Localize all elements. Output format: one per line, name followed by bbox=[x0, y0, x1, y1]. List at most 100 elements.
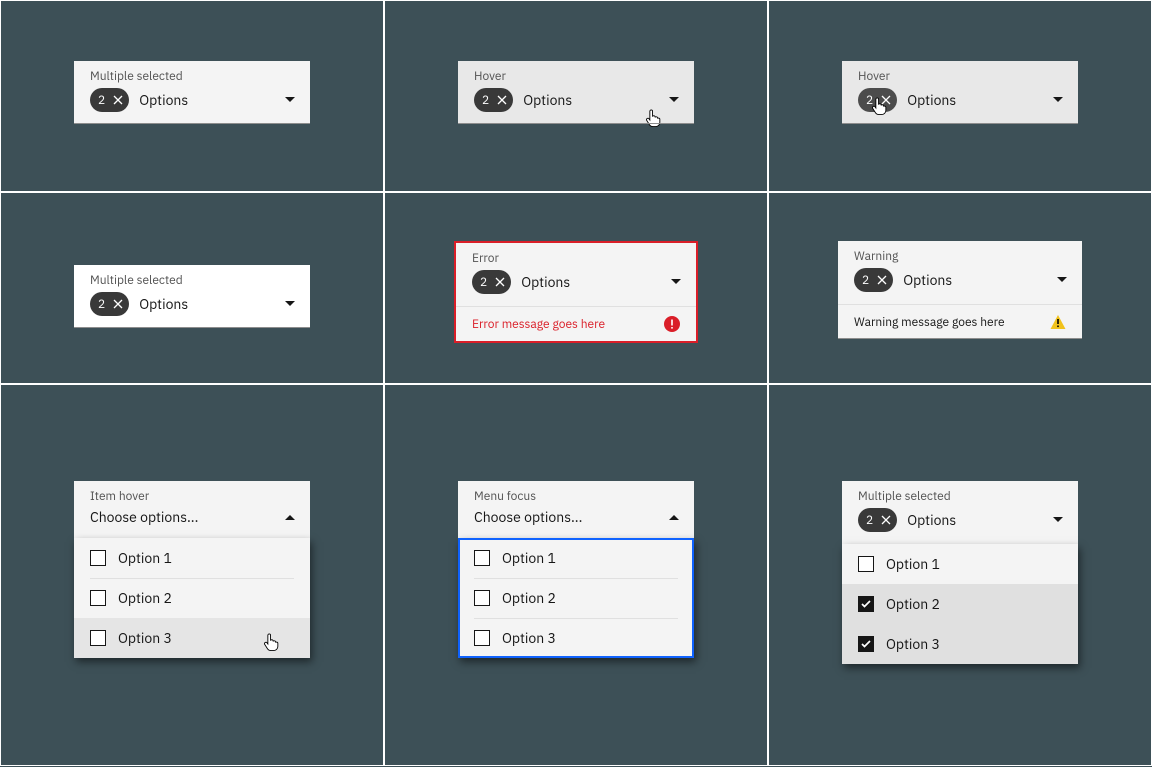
option-label: Option 1 bbox=[118, 549, 172, 567]
multiselect-field[interactable]: 2 Options bbox=[842, 88, 1078, 124]
selection-count: 2 bbox=[866, 513, 873, 528]
options-menu-focused[interactable]: Option 1 Option 2 Option 3 bbox=[458, 538, 694, 658]
selection-tag[interactable]: 2 bbox=[854, 268, 893, 292]
multiselect[interactable]: Multiple selected 2 Options bbox=[74, 61, 310, 124]
option-label: Option 3 bbox=[886, 635, 940, 653]
multiselect-label: Warning bbox=[838, 241, 1082, 268]
chevron-down-icon bbox=[282, 92, 298, 108]
chevron-up-icon bbox=[282, 509, 298, 525]
selection-count: 2 bbox=[482, 93, 489, 108]
multiselect-text: Options bbox=[139, 295, 282, 313]
chevron-down-icon bbox=[282, 296, 298, 312]
checkbox-icon[interactable] bbox=[474, 630, 490, 646]
multiselect-label: Error bbox=[456, 243, 696, 270]
multiselect-warning[interactable]: Warning 2 Options Warning message goes h… bbox=[838, 241, 1082, 339]
cursor-hand-icon bbox=[644, 108, 662, 126]
error-message: Error message goes here bbox=[472, 317, 605, 332]
multiselect-field[interactable]: 2 Options bbox=[838, 268, 1082, 304]
multiselect-label: Multiple selected bbox=[842, 481, 1078, 508]
warning-helper: Warning message goes here bbox=[838, 304, 1082, 339]
clear-selection-icon[interactable] bbox=[109, 295, 127, 313]
multiselect-field[interactable]: 2 Options bbox=[74, 88, 310, 124]
selection-count: 2 bbox=[480, 275, 487, 290]
multiselect-label: Menu focus bbox=[458, 481, 694, 508]
checkbox-icon[interactable] bbox=[474, 590, 490, 606]
cell-warning: Warning 2 Options Warning message goes h… bbox=[768, 192, 1152, 384]
selection-count: 2 bbox=[862, 273, 869, 288]
selection-tag[interactable]: 2 bbox=[858, 508, 897, 532]
option-label: Option 2 bbox=[886, 595, 940, 613]
multiselect-text: Options bbox=[139, 91, 282, 109]
multiselect-field[interactable]: 2 Options bbox=[842, 508, 1078, 544]
selection-count: 2 bbox=[98, 297, 105, 312]
multiselect-text: Options bbox=[523, 91, 666, 109]
multiselect-field[interactable]: 2 Options bbox=[74, 292, 310, 328]
chevron-down-icon bbox=[1050, 92, 1066, 108]
chevron-down-icon bbox=[666, 92, 682, 108]
multiselect-text: Options bbox=[907, 91, 1050, 109]
multiselect-hover-tag[interactable]: Hover 2 Options bbox=[842, 61, 1078, 124]
option-item[interactable]: Option 1 bbox=[458, 538, 694, 578]
clear-selection-icon[interactable] bbox=[877, 511, 895, 529]
checkbox-icon[interactable] bbox=[90, 550, 106, 566]
chevron-down-icon bbox=[668, 274, 684, 290]
selection-tag[interactable]: 2 bbox=[472, 270, 511, 294]
multiselect-states-grid: Multiple selected 2 Options Hover bbox=[0, 0, 1152, 766]
options-menu[interactable]: Option 1 Option 2 Option 3 bbox=[74, 538, 310, 658]
multiselect-hover[interactable]: Hover 2 Options bbox=[458, 61, 694, 124]
cell-hover-tag-clear: Hover 2 Options bbox=[768, 0, 1152, 192]
checkbox-icon[interactable] bbox=[858, 556, 874, 572]
clear-selection-icon[interactable] bbox=[877, 91, 895, 109]
multiselect-error[interactable]: Error 2 Options Error message goes here bbox=[454, 241, 698, 343]
option-item[interactable]: Option 2 bbox=[74, 578, 310, 618]
multiselect-field[interactable]: 2 Options bbox=[456, 270, 696, 306]
cell-multiple-selected-closed: Multiple selected 2 Options bbox=[0, 0, 384, 192]
multiselect-field[interactable]: Choose options... bbox=[74, 508, 310, 538]
checkbox-icon[interactable] bbox=[90, 590, 106, 606]
checkbox-checked-icon[interactable] bbox=[858, 636, 874, 652]
multiselect-text: Options bbox=[521, 273, 668, 291]
clear-selection-icon[interactable] bbox=[491, 273, 509, 291]
option-item-selected[interactable]: Option 2 bbox=[842, 584, 1078, 624]
selection-tag[interactable]: 2 bbox=[858, 88, 897, 112]
option-item[interactable]: Option 3 bbox=[458, 618, 694, 658]
selection-tag[interactable]: 2 bbox=[474, 88, 513, 112]
chevron-down-icon bbox=[1050, 512, 1066, 528]
option-label: Option 2 bbox=[118, 589, 172, 607]
options-menu[interactable]: Option 1 Option 2 Option 3 bbox=[842, 544, 1078, 664]
multiselect-field[interactable]: 2 Options bbox=[458, 88, 694, 124]
cell-hover-field: Hover 2 Options bbox=[384, 0, 768, 192]
checkbox-checked-icon[interactable] bbox=[858, 596, 874, 612]
cell-error: Error 2 Options Error message goes here bbox=[384, 192, 768, 384]
option-item[interactable]: Option 2 bbox=[458, 578, 694, 618]
clear-selection-icon[interactable] bbox=[109, 91, 127, 109]
cell-menu-focus: Menu focus Choose options... Option 1 Op… bbox=[384, 384, 768, 766]
option-label: Option 3 bbox=[118, 629, 172, 647]
clear-selection-icon[interactable] bbox=[873, 271, 891, 289]
selection-count: 2 bbox=[866, 93, 873, 108]
option-item-selected[interactable]: Option 3 bbox=[842, 624, 1078, 664]
multiselect[interactable]: Multiple selected 2 Options bbox=[74, 265, 310, 328]
multiselect-text: Choose options... bbox=[90, 508, 282, 526]
multiselect-label: Multiple selected bbox=[74, 61, 310, 88]
warning-message: Warning message goes here bbox=[854, 315, 1005, 330]
option-item[interactable]: Option 1 bbox=[842, 544, 1078, 584]
clear-selection-icon[interactable] bbox=[493, 91, 511, 109]
multiselect-text: Options bbox=[907, 511, 1050, 529]
option-item[interactable]: Option 1 bbox=[74, 538, 310, 578]
checkbox-icon[interactable] bbox=[474, 550, 490, 566]
selection-tag[interactable]: 2 bbox=[90, 292, 129, 316]
multiselect-text: Options bbox=[903, 271, 1054, 289]
selection-tag[interactable]: 2 bbox=[90, 88, 129, 112]
multiselect-open[interactable]: Item hover Choose options... Option 1 Op… bbox=[74, 481, 310, 538]
selection-count: 2 bbox=[98, 93, 105, 108]
multiselect-text: Choose options... bbox=[474, 508, 666, 526]
warning-icon bbox=[1050, 314, 1066, 330]
multiselect-open-focus[interactable]: Menu focus Choose options... Option 1 Op… bbox=[458, 481, 694, 538]
multiselect-open-selected[interactable]: Multiple selected 2 Options Option 1 bbox=[842, 481, 1078, 544]
error-icon bbox=[664, 316, 680, 332]
checkbox-icon[interactable] bbox=[90, 630, 106, 646]
cell-multiple-selected-light: Multiple selected 2 Options bbox=[0, 192, 384, 384]
option-item-hover[interactable]: Option 3 bbox=[74, 618, 310, 658]
multiselect-field[interactable]: Choose options... bbox=[458, 508, 694, 538]
